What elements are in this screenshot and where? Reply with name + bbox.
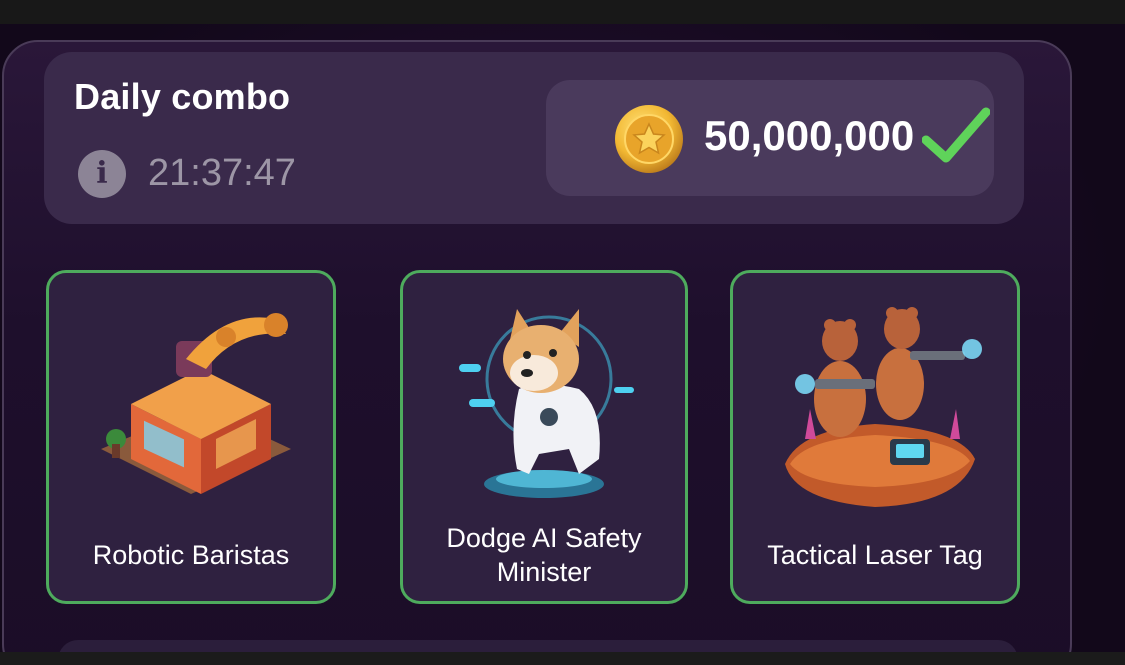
combo-card-dodge-ai-safety-minister[interactable]: Dodge AI Safety Minister xyxy=(400,270,688,604)
coffee-shop-robot-illustration xyxy=(49,289,333,525)
combo-title: Daily combo xyxy=(74,76,291,117)
card-label: Dodge AI Safety Minister xyxy=(446,523,642,587)
card-label: Robotic Baristas xyxy=(92,540,290,570)
info-icon[interactable]: i xyxy=(78,150,126,198)
combo-card-robotic-baristas[interactable]: Robotic Baristas xyxy=(46,270,336,604)
combo-card-tactical-laser-tag[interactable]: Tactical Laser Tag xyxy=(730,270,1020,604)
bottom-bar xyxy=(0,652,1125,665)
capybara-laser-tag-illustration xyxy=(733,289,1017,525)
game-screen: Daily combo i 21:37:47 50,000,000 Roboti… xyxy=(0,0,1125,665)
coin-icon xyxy=(615,105,683,173)
combo-timer: 21:37:47 xyxy=(148,152,296,194)
top-bar xyxy=(0,0,1125,24)
reward-amount: 50,000,000 xyxy=(704,112,915,159)
checkmark-icon xyxy=(922,107,990,163)
shiba-dog-hologram-illustration xyxy=(403,289,685,525)
card-label: Tactical Laser Tag xyxy=(767,540,983,570)
